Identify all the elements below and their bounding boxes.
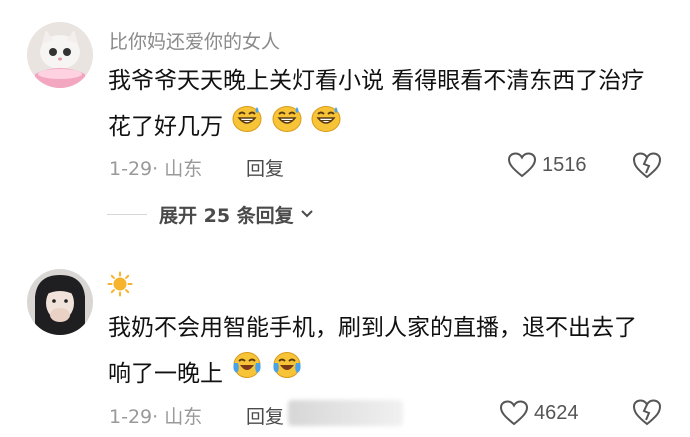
reply-button[interactable]: 回复 (246, 402, 284, 429)
broken-heart-icon (632, 399, 662, 426)
dislike-button[interactable] (632, 398, 662, 428)
comment-item: 我奶不会用智能手机，刷到人家的直播，退不出去了 响了一晚上 1-29· 山东 回… (0, 0, 690, 437)
avatar[interactable] (27, 269, 93, 335)
girl-avatar-icon (27, 269, 93, 335)
date-location: 1-29· 山东 (109, 406, 203, 428)
sun-emoji (107, 271, 133, 301)
comment-text-body: 我奶不会用智能手机，刷到人家的直播，退不出去了 响了一晚上 (108, 315, 637, 387)
like-button[interactable]: 4624 (500, 398, 579, 428)
heart-icon (500, 400, 528, 426)
like-count: 4624 (534, 401, 579, 424)
crying-laughing-emoji (272, 349, 302, 395)
crying-laughing-emoji (232, 349, 262, 395)
comment-text: 我奶不会用智能手机，刷到人家的直播，退不出去了 响了一晚上 (108, 305, 648, 397)
watermark-blur (288, 400, 403, 426)
